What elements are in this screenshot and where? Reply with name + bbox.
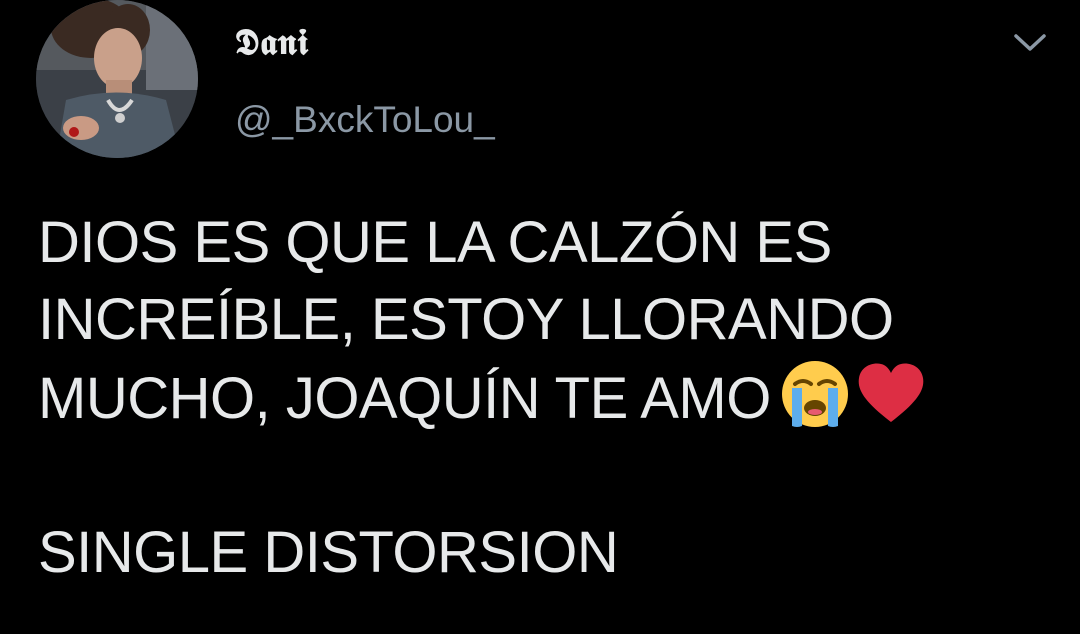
tweet-text-line: MUCHO, JOAQUÍN TE AMO xyxy=(38,358,1058,437)
tweet-text-line: DIOS ES QUE LA CALZÓN ES xyxy=(38,210,832,275)
author-display-name[interactable]: 𝕯𝖆𝖓𝖎 xyxy=(235,18,309,66)
chevron-down-icon[interactable] xyxy=(1008,24,1052,60)
loudly-crying-face-emoji xyxy=(779,358,851,430)
tweet-text-line: SINGLE DISTORSION xyxy=(38,520,619,585)
author-handle[interactable]: @_BxckToLou_ xyxy=(235,98,495,142)
tweet-text-fragment: MUCHO, JOAQUÍN TE AMO xyxy=(38,366,771,431)
author-avatar[interactable] xyxy=(36,0,198,158)
profile-photo xyxy=(36,0,198,158)
tweet-text-line: INCREÍBLE, ESTOY LLORANDO xyxy=(38,287,894,352)
red-heart-emoji xyxy=(855,358,927,430)
tweet-card: 𝕯𝖆𝖓𝖎 @_BxckToLou_ DIOS ES QUE LA CALZÓN … xyxy=(0,0,1080,634)
tweet-text: DIOS ES QUE LA CALZÓN ES INCREÍBLE, ESTO… xyxy=(38,204,1058,591)
